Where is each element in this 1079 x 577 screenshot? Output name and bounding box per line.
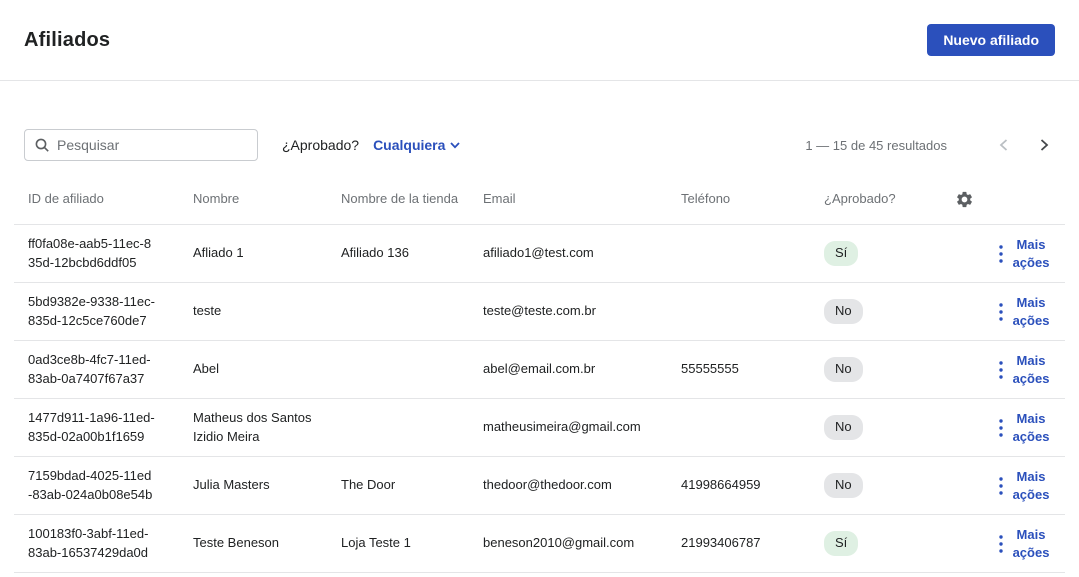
column-header-id: ID de afiliado <box>14 182 193 217</box>
table-row: 7159bdad-4025-11ed-83ab-024a0b08e54b Jul… <box>14 457 1065 515</box>
kebab-icon <box>999 245 1003 263</box>
table-body: ff0fa08e-aab5-11ec-835d-12bcbd6ddf05 Afl… <box>14 225 1065 573</box>
cell-name: teste <box>193 294 341 329</box>
cell-email: beneson2010@gmail.com <box>483 526 681 561</box>
cell-name: Julia Masters <box>193 468 341 503</box>
cell-store-name: The Door <box>341 468 483 503</box>
kebab-icon <box>999 419 1003 437</box>
table-row: 5bd9382e-9338-11ec-835d-12c5ce760de7 tes… <box>14 283 1065 341</box>
column-header-phone: Teléfono <box>681 182 824 217</box>
cell-phone <box>681 304 824 320</box>
cell-store-name: Afiliado 136 <box>341 236 483 271</box>
cell-phone: 55555555 <box>681 352 824 387</box>
approved-badge: No <box>824 473 863 498</box>
search-input[interactable] <box>24 129 258 161</box>
chevron-right-icon <box>1037 138 1051 152</box>
more-actions-label: Mais ações <box>1009 294 1053 329</box>
cell-store-name <box>341 362 483 378</box>
approved-badge: No <box>824 299 863 324</box>
cell-affiliate-id: 7159bdad-4025-11ed-83ab-024a0b08e54b <box>14 459 179 513</box>
gear-icon <box>955 190 974 209</box>
cell-name: Afliado 1 <box>193 236 341 271</box>
kebab-icon <box>999 477 1003 495</box>
approved-badge: Sí <box>824 241 858 266</box>
cell-email: abel@email.com.br <box>483 352 681 387</box>
cell-affiliate-id: 1477d911-1a96-11ed-835d-02a00b1f1659 <box>14 401 179 455</box>
next-page-button[interactable] <box>1033 134 1055 156</box>
cell-store-name <box>341 420 483 436</box>
cell-phone <box>681 420 824 436</box>
more-actions-button[interactable]: Mais ações <box>999 526 1053 561</box>
cell-email: matheusimeira@gmail.com <box>483 410 681 445</box>
more-actions-label: Mais ações <box>1009 468 1053 503</box>
cell-email: afiliado1@test.com <box>483 236 681 271</box>
new-affiliate-button[interactable]: Nuevo afiliado <box>927 24 1055 56</box>
pagination-summary: 1 — 15 de 45 resultados <box>805 138 947 153</box>
cell-affiliate-id: ff0fa08e-aab5-11ec-835d-12bcbd6ddf05 <box>14 227 179 281</box>
table-row: 1477d911-1a96-11ed-835d-02a00b1f1659 Mat… <box>14 399 1065 457</box>
column-header-email: Email <box>483 182 681 217</box>
more-actions-button[interactable]: Mais ações <box>999 236 1053 271</box>
table-row: ff0fa08e-aab5-11ec-835d-12bcbd6ddf05 Afl… <box>14 225 1065 283</box>
cell-phone: 41998664959 <box>681 468 824 503</box>
affiliates-panel: ¿Aprobado? Cualquiera 1 — 15 de 45 resul… <box>14 129 1065 573</box>
chevron-down-icon <box>449 139 461 151</box>
kebab-icon <box>999 361 1003 379</box>
column-header-name: Nombre <box>193 182 341 217</box>
search-box <box>24 129 258 161</box>
table-row: 0ad3ce8b-4fc7-11ed-83ab-0a7407f67a37 Abe… <box>14 341 1065 399</box>
more-actions-button[interactable]: Mais ações <box>999 294 1053 329</box>
previous-page-button[interactable] <box>993 134 1015 156</box>
approved-badge: Sí <box>824 531 858 556</box>
approved-filter-label: ¿Aprobado? <box>282 137 359 153</box>
more-actions-label: Mais ações <box>1009 236 1053 271</box>
column-settings-button[interactable] <box>953 188 976 211</box>
more-actions-label: Mais ações <box>1009 352 1053 387</box>
approved-filter-dropdown[interactable]: Cualquiera <box>373 137 461 153</box>
more-actions-button[interactable]: Mais ações <box>999 410 1053 445</box>
column-header-store: Nombre de la tienda <box>341 182 483 217</box>
cell-email: thedoor@thedoor.com <box>483 468 681 503</box>
table-row: 100183f0-3abf-11ed-83ab-16537429da0d Tes… <box>14 515 1065 573</box>
search-icon <box>34 137 50 153</box>
approved-badge: No <box>824 357 863 382</box>
kebab-icon <box>999 303 1003 321</box>
cell-name: Matheus dos Santos Izidio Meira <box>193 401 341 455</box>
cell-name: Abel <box>193 352 341 387</box>
page-title: Afiliados <box>24 29 110 52</box>
cell-affiliate-id: 0ad3ce8b-4fc7-11ed-83ab-0a7407f67a37 <box>14 343 179 397</box>
more-actions-button[interactable]: Mais ações <box>999 468 1053 503</box>
approved-filter: ¿Aprobado? Cualquiera <box>282 137 461 153</box>
cell-store-name <box>341 304 483 320</box>
more-actions-button[interactable]: Mais ações <box>999 352 1053 387</box>
approved-filter-value: Cualquiera <box>373 137 445 153</box>
filter-row: ¿Aprobado? Cualquiera 1 — 15 de 45 resul… <box>24 129 1055 161</box>
chevron-left-icon <box>997 138 1011 152</box>
cell-name: Teste Beneson <box>193 526 341 561</box>
cell-phone <box>681 246 824 262</box>
approved-badge: No <box>824 415 863 440</box>
cell-email: teste@teste.com.br <box>483 294 681 329</box>
table-header-row: ID de afiliado Nombre Nombre de la tiend… <box>14 175 1065 225</box>
column-header-approved: ¿Aprobado? <box>824 182 941 217</box>
more-actions-label: Mais ações <box>1009 410 1053 445</box>
cell-affiliate-id: 100183f0-3abf-11ed-83ab-16537429da0d <box>14 517 179 571</box>
more-actions-label: Mais ações <box>1009 526 1053 561</box>
pagination: 1 — 15 de 45 resultados <box>805 134 1055 156</box>
cell-phone: 21993406787 <box>681 526 824 561</box>
kebab-icon <box>999 535 1003 553</box>
cell-affiliate-id: 5bd9382e-9338-11ec-835d-12c5ce760de7 <box>14 285 179 339</box>
page-header: Afiliados Nuevo afiliado <box>0 0 1079 81</box>
cell-store-name: Loja Teste 1 <box>341 526 483 561</box>
